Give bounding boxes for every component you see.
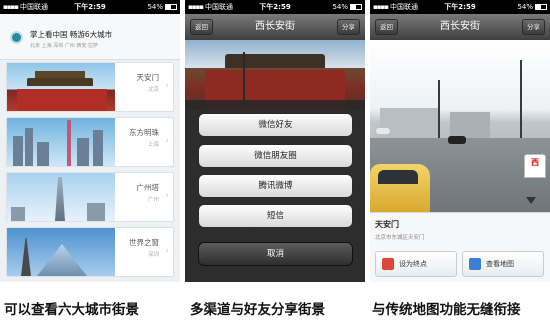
clock: 下午2:59	[444, 3, 476, 11]
window-of-world-thumbnail	[7, 228, 115, 276]
city-card-shenzhen[interactable]: 世界之窗深圳 ›	[6, 227, 174, 277]
status-bar: ▪▪▪▪ 中国联通 下午2:59 54%	[370, 0, 550, 14]
compass-direction: 西	[531, 158, 539, 167]
city-list: 天安门北京 › 东方明珠上海 › 广州塔广州 › 世界之窗深圳 ›	[6, 62, 174, 282]
status-bar: ▪▪▪▪ 中国联通 下午2:59 54%	[0, 0, 180, 14]
battery-percent: 54%	[147, 3, 163, 11]
place-name: 天安门	[375, 220, 399, 229]
carrier-label: ▪▪▪▪ 中国联通	[3, 0, 61, 14]
street-view-panorama[interactable]	[370, 40, 550, 212]
set-destination-button[interactable]: 设为终点	[375, 251, 457, 277]
battery-status: 54%	[119, 0, 177, 14]
chevron-right-icon: ›	[165, 136, 169, 146]
view-map-label: 查看地图	[486, 260, 514, 268]
share-button[interactable]: 分享	[337, 19, 360, 35]
city-card-beijing[interactable]: 天安门北京 ›	[6, 62, 174, 112]
share-action-sheet: 微信好友 微信朋友圈 腾讯微博 短信 取消	[185, 100, 365, 282]
flag-icon	[382, 258, 394, 270]
share-screen: ▪▪▪▪ 中国联通 下午2:59 54% 西长安街 返回 分享 微信好友 微信朋友…	[185, 0, 365, 282]
street-view-screen: ▪▪▪▪ 中国联通 下午2:59 54% 西长安街 返回 分享 西 天安门 北京市…	[370, 0, 550, 282]
caption-city-streetview: 可以查看六大城市街景	[4, 302, 139, 318]
oriental-pearl-thumbnail	[7, 118, 115, 166]
compass-icon[interactable]: 西	[524, 154, 546, 178]
app-header: 掌上看中国 畅游6大城市 北京 上海 深圳 广州 西安 拉萨	[0, 14, 180, 60]
battery-percent: 54%	[517, 3, 533, 11]
battery-icon	[535, 4, 547, 10]
carrier-label: ▪▪▪▪ 中国联通	[188, 0, 246, 14]
view-map-button[interactable]: 查看地图	[462, 251, 544, 277]
canton-tower-thumbnail	[7, 173, 115, 221]
share-wechat-moments-button[interactable]: 微信朋友圈	[198, 144, 353, 168]
map-icon	[469, 258, 481, 270]
collapse-arrow-icon[interactable]	[526, 197, 536, 204]
tiananmen-thumbnail	[7, 63, 115, 111]
chevron-right-icon: ›	[165, 191, 169, 201]
status-bar: ▪▪▪▪ 中国联通 下午2:59 54%	[185, 0, 365, 14]
city-name: 广州	[147, 197, 159, 203]
taxi	[370, 164, 430, 212]
share-tencent-weibo-button[interactable]: 腾讯微博	[198, 174, 353, 198]
battery-icon	[350, 4, 362, 10]
city-list-screen: ▪▪▪▪ 中国联通 下午2:59 54% 掌上看中国 畅游6大城市 北京 上海 深…	[0, 0, 180, 282]
battery-status: 54%	[304, 0, 362, 14]
signal-icon: ▪▪▪▪	[3, 3, 19, 11]
nav-bar: 西长安街 返回 分享	[370, 14, 550, 40]
cancel-button[interactable]: 取消	[198, 242, 353, 266]
caption-map-integration: 与传统地图功能无缝衔接	[372, 302, 521, 318]
battery-status: 54%	[489, 0, 547, 14]
carrier-text: 中国联通	[389, 3, 418, 11]
share-button[interactable]: 分享	[522, 19, 545, 35]
city-landmark: 天安门	[136, 73, 160, 82]
caption-share: 多渠道与好友分享街景	[190, 302, 325, 318]
city-name: 深圳	[147, 252, 159, 258]
carrier-text: 中国联通	[204, 3, 233, 11]
header-subtitle: 北京 上海 深圳 广州 西安 拉萨	[30, 43, 98, 49]
city-name: 北京	[147, 87, 159, 93]
share-sms-button[interactable]: 短信	[198, 204, 353, 228]
share-wechat-friend-button[interactable]: 微信好友	[198, 113, 353, 137]
back-button[interactable]: 返回	[375, 19, 398, 35]
location-pin-icon	[10, 31, 23, 44]
set-destination-label: 设为终点	[399, 260, 427, 268]
clock: 下午2:59	[259, 3, 291, 11]
place-info-card: 天安门 北京市东城区天安门 设为终点 查看地图	[370, 212, 550, 282]
carrier-label: ▪▪▪▪ 中国联通	[373, 0, 431, 14]
clock: 下午2:59	[74, 3, 106, 11]
place-address: 北京市东城区天安门	[375, 235, 425, 241]
city-card-guangzhou[interactable]: 广州塔广州 ›	[6, 172, 174, 222]
signal-icon: ▪▪▪▪	[373, 3, 389, 11]
city-landmark: 世界之窗	[129, 238, 159, 247]
signal-icon: ▪▪▪▪	[188, 3, 204, 11]
chevron-right-icon: ›	[165, 246, 169, 256]
header-title: 掌上看中国 畅游6大城市	[30, 30, 113, 39]
city-landmark: 东方明珠	[129, 128, 159, 137]
chevron-right-icon: ›	[165, 81, 169, 91]
back-button[interactable]: 返回	[190, 19, 213, 35]
nav-bar: 西长安街 返回 分享	[185, 14, 365, 40]
carrier-text: 中国联通	[19, 3, 48, 11]
city-card-shanghai[interactable]: 东方明珠上海 ›	[6, 117, 174, 167]
battery-percent: 54%	[332, 3, 348, 11]
city-landmark: 广州塔	[136, 183, 160, 192]
city-name: 上海	[147, 142, 159, 148]
battery-icon	[165, 4, 177, 10]
